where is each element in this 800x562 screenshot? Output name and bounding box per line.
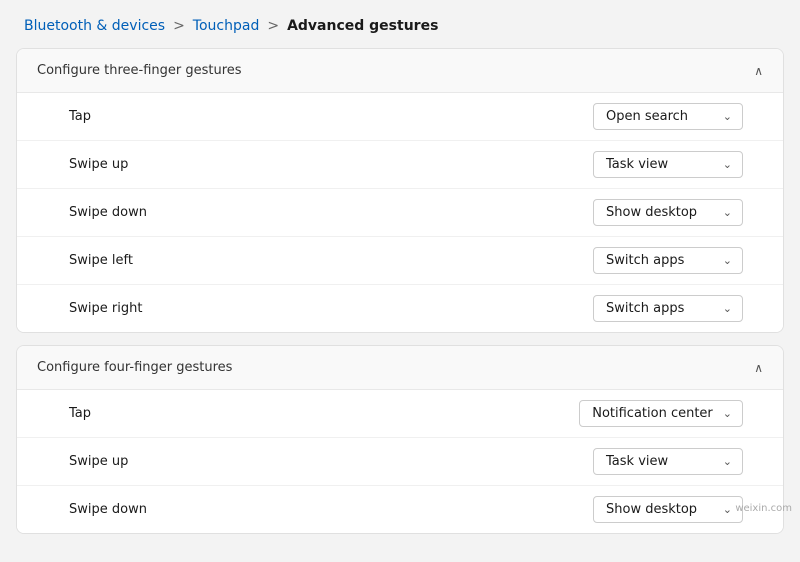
- gesture-select-3[interactable]: Switch apps ⌄: [593, 247, 743, 274]
- watermark: weixin.com: [735, 503, 792, 514]
- three-finger-row-3: Swipe left Switch apps ⌄: [17, 237, 783, 285]
- gesture-label: Tap: [69, 109, 91, 124]
- select-chevron-icon: ⌄: [723, 503, 732, 516]
- three-finger-rows: Tap Open search ⌄ Swipe up Task view ⌄ S…: [17, 93, 783, 332]
- gesture-select-value: Switch apps: [606, 301, 684, 316]
- three-finger-row-0: Tap Open search ⌄: [17, 93, 783, 141]
- breadcrumb-touchpad[interactable]: Touchpad: [193, 18, 260, 34]
- four-gesture-select-1[interactable]: Task view ⌄: [593, 448, 743, 475]
- select-chevron-icon: ⌄: [723, 206, 732, 219]
- gesture-select-value: Task view: [606, 157, 668, 172]
- gesture-select-value: Show desktop: [606, 205, 697, 220]
- four-finger-rows: Tap Notification center ⌄ Swipe up Task …: [17, 390, 783, 533]
- gesture-select-value: Notification center: [592, 406, 713, 421]
- gesture-label: Swipe down: [69, 205, 147, 220]
- gesture-select-value: Open search: [606, 109, 688, 124]
- gesture-select-value: Switch apps: [606, 253, 684, 268]
- three-finger-header[interactable]: Configure three-finger gestures ∧: [17, 49, 783, 93]
- four-finger-row-0: Tap Notification center ⌄: [17, 390, 783, 438]
- four-finger-row-1: Swipe up Task view ⌄: [17, 438, 783, 486]
- select-chevron-icon: ⌄: [723, 254, 732, 267]
- page-title: Advanced gestures: [287, 18, 438, 34]
- three-finger-row-2: Swipe down Show desktop ⌄: [17, 189, 783, 237]
- three-finger-row-4: Swipe right Switch apps ⌄: [17, 285, 783, 332]
- gesture-select-4[interactable]: Switch apps ⌄: [593, 295, 743, 322]
- breadcrumb-bluetooth[interactable]: Bluetooth & devices: [24, 18, 165, 34]
- gesture-select-value: Task view: [606, 454, 668, 469]
- select-chevron-icon: ⌄: [723, 110, 732, 123]
- three-finger-title: Configure three-finger gestures: [37, 63, 242, 78]
- four-gesture-select-0[interactable]: Notification center ⌄: [579, 400, 743, 427]
- gesture-label: Swipe left: [69, 253, 133, 268]
- four-gesture-select-2[interactable]: Show desktop ⌄: [593, 496, 743, 523]
- select-chevron-icon: ⌄: [723, 455, 732, 468]
- gesture-label: Swipe down: [69, 502, 147, 517]
- gesture-label: Swipe right: [69, 301, 142, 316]
- chevron-up-icon: ∧: [754, 64, 763, 78]
- gesture-label: Swipe up: [69, 157, 128, 172]
- chevron-up-icon-2: ∧: [754, 361, 763, 375]
- four-finger-title: Configure four-finger gestures: [37, 360, 232, 375]
- gesture-select-2[interactable]: Show desktop ⌄: [593, 199, 743, 226]
- select-chevron-icon: ⌄: [723, 302, 732, 315]
- select-chevron-icon: ⌄: [723, 158, 732, 171]
- three-finger-row-1: Swipe up Task view ⌄: [17, 141, 783, 189]
- gesture-label: Swipe up: [69, 454, 128, 469]
- gesture-select-0[interactable]: Open search ⌄: [593, 103, 743, 130]
- four-finger-header[interactable]: Configure four-finger gestures ∧: [17, 346, 783, 390]
- four-finger-section: Configure four-finger gestures ∧ Tap Not…: [16, 345, 784, 534]
- gesture-select-value: Show desktop: [606, 502, 697, 517]
- breadcrumb-sep1: >: [173, 18, 185, 34]
- gesture-label: Tap: [69, 406, 91, 421]
- four-finger-row-2: Swipe down Show desktop ⌄: [17, 486, 783, 533]
- gesture-select-1[interactable]: Task view ⌄: [593, 151, 743, 178]
- breadcrumb: Bluetooth & devices > Touchpad > Advance…: [0, 0, 800, 48]
- three-finger-section: Configure three-finger gestures ∧ Tap Op…: [16, 48, 784, 333]
- select-chevron-icon: ⌄: [723, 407, 732, 420]
- main-content: Configure three-finger gestures ∧ Tap Op…: [0, 48, 800, 562]
- breadcrumb-sep2: >: [267, 18, 279, 34]
